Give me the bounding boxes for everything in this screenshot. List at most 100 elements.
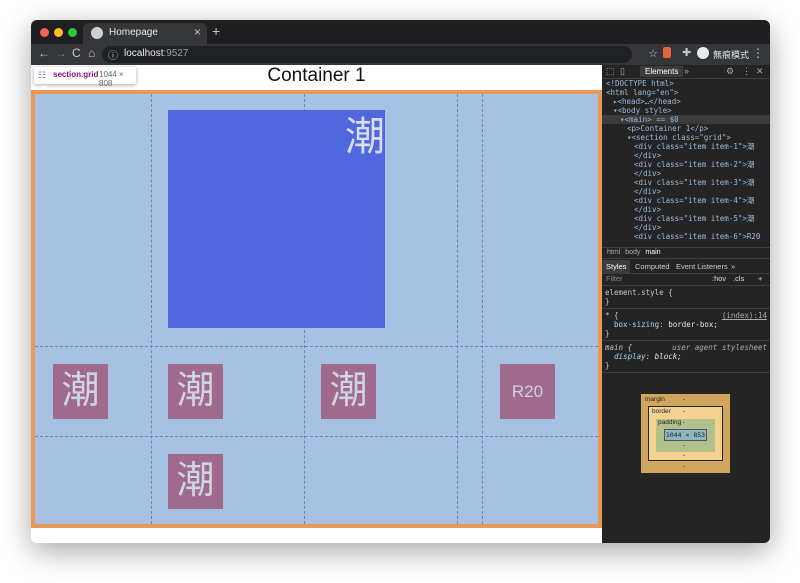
margin-bottom-value: - — [683, 463, 686, 470]
rule-declaration[interactable]: box-sizing: border-box; — [605, 320, 767, 329]
box-model-margin[interactable]: margin - border - padding - 1044 × 853 -… — [641, 394, 730, 473]
dom-node-line[interactable]: <div class="item item-1">潮 — [602, 142, 770, 151]
tab-title: Homepage — [109, 27, 158, 38]
back-button[interactable]: ← — [38, 46, 50, 60]
more-tabs-icon[interactable]: » — [684, 66, 689, 76]
rule-selector: * { — [605, 311, 619, 320]
cls-toggle[interactable]: .cls — [733, 273, 744, 285]
new-rule-button[interactable]: + — [758, 273, 762, 285]
grid-item-2[interactable]: 潮 — [53, 364, 108, 419]
dom-node-line[interactable]: <html lang="en"> — [602, 88, 770, 97]
home-button[interactable]: ⌂ — [88, 46, 95, 60]
rule-close: } — [605, 297, 610, 306]
reload-button[interactable]: C — [72, 46, 81, 60]
zoom-window-button[interactable] — [68, 28, 77, 37]
margin-value: - — [683, 396, 686, 403]
star-rule[interactable]: * { (index):14 — [605, 311, 767, 320]
grid-section[interactable]: 潮 潮 潮 潮 R20 潮 — [35, 94, 598, 524]
padding-bottom-value: - — [683, 442, 686, 449]
dom-node-line[interactable]: </div> — [602, 187, 770, 196]
close-tab-icon[interactable]: × — [194, 25, 201, 39]
inspect-element-icon[interactable]: ⬚ — [606, 66, 615, 77]
dom-node-line[interactable]: <div class="item item-5">潮 — [602, 214, 770, 223]
grid-item-4[interactable]: 潮 — [321, 364, 376, 419]
padding-value: - — [683, 419, 686, 426]
border-label: border — [652, 408, 671, 415]
grid-icon: ☷ — [38, 70, 47, 80]
dom-node-line[interactable]: </div> — [602, 151, 770, 160]
dom-node-line[interactable]: ▾<section class="grid"> — [602, 133, 770, 142]
more-tabs-icon[interactable]: » — [731, 260, 735, 273]
profile-label[interactable]: 無痕模式 — [713, 48, 749, 61]
box-model-border[interactable]: border - padding - 1044 × 853 - - — [648, 406, 723, 461]
dom-node-line[interactable]: </div> — [602, 205, 770, 214]
dom-node-line[interactable]: <p>Container 1</p> — [602, 124, 770, 133]
info-icon[interactable]: ⓘ — [108, 47, 118, 62]
tab-homepage[interactable]: Homepage × — [83, 23, 207, 44]
gear-icon[interactable]: ⚙ — [726, 66, 734, 77]
property-name: box-sizing — [614, 320, 660, 329]
box-model-content[interactable]: 1044 × 853 — [664, 429, 707, 441]
dom-node-line[interactable]: ▸<head>…</head> — [602, 97, 770, 106]
dom-tree: <!DOCTYPE html> <html lang="en"> ▸<head>…<… — [602, 79, 770, 247]
grid-line — [482, 94, 483, 524]
property-value: block; — [654, 352, 682, 361]
rule-source: user agent stylesheet — [672, 343, 767, 352]
rule-divider — [602, 340, 770, 341]
tab-elements[interactable]: Elements — [640, 66, 684, 77]
dom-node-line[interactable]: <div class="item item-2">潮 — [602, 160, 770, 169]
dom-node-line[interactable]: <div class="item item-4">潮 — [602, 196, 770, 205]
grid-item-5[interactable]: 潮 — [168, 454, 223, 509]
browser-window: Homepage × + ← → C ⌂ ⓘ localhost:9527 ☆ … — [31, 20, 770, 543]
new-tab-button[interactable]: + — [212, 23, 220, 39]
browser-menu-icon[interactable]: ⋮ — [752, 46, 764, 60]
dom-node-line[interactable]: ▾<main> == $0 — [602, 115, 770, 124]
globe-icon — [91, 27, 103, 39]
breadcrumb-item[interactable]: body — [625, 249, 640, 256]
dom-node-line[interactable]: ▾<body style> — [602, 106, 770, 115]
breadcrumb-item[interactable]: main — [645, 249, 660, 256]
element-style-rule[interactable]: element.style { — [605, 288, 767, 297]
minimize-window-button[interactable] — [54, 28, 63, 37]
puzzle-icon[interactable]: ✚ — [682, 46, 691, 59]
item-text: 潮 — [345, 115, 385, 159]
breadcrumb-item[interactable]: html — [607, 249, 620, 256]
rule-selector: element.style { — [605, 288, 673, 297]
rule-divider — [602, 308, 770, 309]
grid-item-6[interactable]: R20 — [500, 364, 555, 419]
filter-input[interactable]: Filter — [606, 273, 623, 285]
box-model-padding[interactable]: padding - 1044 × 853 - — [656, 419, 715, 452]
dom-node-line[interactable]: <div class="item item-6">R20 — [602, 232, 770, 241]
dom-node-line[interactable]: <div class="item item-3">潮 — [602, 178, 770, 187]
dom-node-line[interactable]: <!DOCTYPE html> — [602, 79, 770, 88]
grid-item-1[interactable]: 潮 — [168, 110, 385, 328]
grid-line — [35, 346, 598, 347]
url-host: localhost — [124, 48, 164, 59]
padding-label: padding — [658, 419, 682, 426]
margin-label: margin — [645, 396, 665, 403]
rule-close: } — [605, 361, 610, 370]
rule-source-link[interactable]: (index):14 — [722, 311, 767, 320]
kebab-menu-icon[interactable]: ⋮ — [742, 66, 751, 77]
address-bar[interactable]: ⓘ localhost:9527 ☆ — [102, 46, 658, 63]
rule-close: } — [605, 329, 610, 338]
close-devtools-icon[interactable]: ✕ — [756, 66, 764, 77]
hov-toggle[interactable]: :hov — [712, 273, 726, 285]
tooltip-size: 1044 × 808 — [99, 70, 124, 88]
tab-styles[interactable]: Styles — [602, 260, 631, 273]
grid-item-3[interactable]: 潮 — [168, 364, 223, 419]
profile-avatar-icon[interactable] — [697, 47, 709, 59]
tab-event-listeners[interactable]: Event Listeners — [676, 260, 728, 273]
dom-node-line[interactable]: </div> — [602, 169, 770, 178]
close-window-button[interactable] — [40, 28, 49, 37]
tab-computed[interactable]: Computed — [635, 260, 670, 273]
main-rule[interactable]: main {user agent stylesheet — [605, 343, 767, 352]
bookmark-star-icon[interactable]: ☆ — [648, 47, 658, 60]
extension-icon[interactable] — [663, 47, 671, 58]
rule-declaration[interactable]: display: block; — [605, 352, 767, 361]
device-toolbar-icon[interactable]: ▯ — [620, 66, 625, 77]
devtools-tabbar: ⬚ ▯ Elements » ⚙ ⋮ ✕ — [602, 65, 770, 79]
border-value: - — [683, 408, 686, 415]
dom-node-line[interactable]: </div> — [602, 223, 770, 232]
forward-button[interactable]: → — [55, 46, 67, 60]
